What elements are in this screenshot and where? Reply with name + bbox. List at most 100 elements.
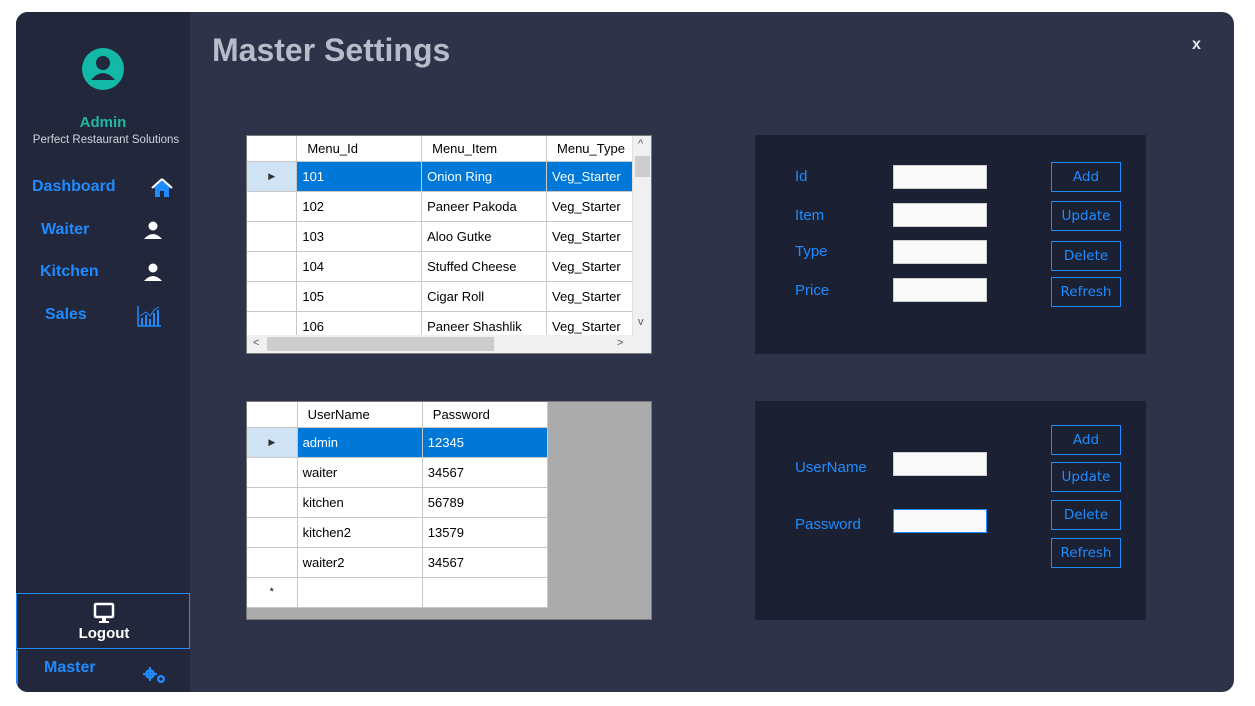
logout-button[interactable]: Logout	[16, 593, 190, 649]
row-header[interactable]	[247, 251, 298, 282]
table-cell[interactable]: Aloo Gutke	[421, 221, 548, 252]
user-grid[interactable]: UserName Password ▶ admin 12345 waiter 34567…	[246, 401, 652, 620]
table-cell[interactable]: 13579	[422, 517, 549, 548]
table-cell[interactable]: Veg_Starter	[546, 161, 634, 192]
price-label: Price	[795, 282, 830, 299]
username-input[interactable]	[893, 452, 987, 476]
table-cell[interactable]: 102	[296, 191, 423, 222]
table-row[interactable]: kitchen 56789	[247, 487, 549, 518]
table-row[interactable]: waiter 34567	[247, 457, 549, 488]
row-header[interactable]	[247, 191, 298, 222]
menu-delete-button[interactable]: Delete	[1051, 241, 1121, 271]
menu-add-button[interactable]: Add	[1051, 162, 1121, 192]
scroll-left-arrow[interactable]: <	[253, 337, 259, 349]
password-label: Password	[795, 516, 861, 533]
row-header[interactable]: ▶	[247, 161, 298, 192]
menu-update-button[interactable]: Update	[1051, 201, 1121, 231]
close-button[interactable]: x	[1192, 36, 1201, 54]
row-header[interactable]	[247, 281, 298, 312]
table-row[interactable]: 102 Paneer Pakoda Veg_Starter	[247, 191, 634, 222]
column-header-username[interactable]: UserName	[297, 402, 423, 428]
table-cell[interactable]: 105	[296, 281, 423, 312]
user-refresh-button[interactable]: Refresh	[1051, 538, 1121, 568]
scroll-down-arrow[interactable]: v	[638, 316, 644, 328]
row-header[interactable]	[247, 547, 298, 578]
menu-grid[interactable]: Menu_Id Menu_Item Menu_Type ▶ 101 Onion Ri…	[246, 135, 652, 354]
table-cell[interactable]: Veg_Starter	[546, 281, 634, 312]
table-cell[interactable]	[297, 577, 423, 608]
vertical-scroll-thumb[interactable]	[635, 156, 650, 177]
column-header-password[interactable]: Password	[422, 402, 549, 428]
id-input[interactable]	[893, 165, 987, 189]
user-table: UserName Password ▶ admin 12345 waiter 34567…	[247, 402, 549, 608]
column-header-menu-id[interactable]: Menu_Id	[296, 136, 423, 162]
item-input[interactable]	[893, 203, 987, 227]
table-cell[interactable]: waiter	[297, 457, 423, 488]
row-header[interactable]	[247, 487, 298, 518]
table-row[interactable]: ▶ admin 12345	[247, 427, 549, 458]
table-cell[interactable]: Veg_Starter	[546, 221, 634, 252]
table-cell[interactable]: kitchen2	[297, 517, 423, 548]
table-cell[interactable]: admin	[297, 427, 423, 458]
nav-master[interactable]: Master	[16, 650, 190, 692]
sidebar: Admin Perfect Restaurant Solutions Dashb…	[16, 12, 190, 692]
username-label: UserName	[795, 459, 867, 476]
nav-kitchen[interactable]: Kitchen	[16, 255, 190, 291]
table-cell[interactable]: waiter2	[297, 547, 423, 578]
table-row[interactable]: 105 Cigar Roll Veg_Starter	[247, 281, 634, 312]
table-cell[interactable]: Stuffed Cheese	[421, 251, 548, 282]
nav-dashboard[interactable]: Dashboard	[16, 170, 190, 206]
vertical-scrollbar[interactable]: ^ v	[632, 136, 651, 336]
table-cell[interactable]: Cigar Roll	[421, 281, 548, 312]
user-name: Admin	[79, 114, 127, 131]
password-input[interactable]	[893, 509, 987, 533]
nav-sales[interactable]: Sales	[16, 298, 190, 334]
table-cell[interactable]: Veg_Starter	[546, 191, 634, 222]
table-cell[interactable]: 101	[296, 161, 423, 192]
table-row[interactable]: 104 Stuffed Cheese Veg_Starter	[247, 251, 634, 282]
type-input[interactable]	[893, 240, 987, 264]
new-row[interactable]: *	[247, 577, 549, 608]
row-header[interactable]	[247, 457, 298, 488]
menu-table: Menu_Id Menu_Item Menu_Type ▶ 101 Onion Ri…	[247, 136, 634, 342]
table-row[interactable]: waiter2 34567	[247, 547, 549, 578]
user-delete-button[interactable]: Delete	[1051, 500, 1121, 530]
page-title: Master Settings	[212, 32, 451, 68]
table-cell[interactable]: 104	[296, 251, 423, 282]
table-cell[interactable]: 56789	[422, 487, 549, 518]
user-icon	[144, 263, 162, 281]
column-header-menu-type[interactable]: Menu_Type	[546, 136, 634, 162]
table-cell[interactable]: 12345	[422, 427, 549, 458]
type-label: Type	[795, 243, 828, 260]
user-update-button[interactable]: Update	[1051, 462, 1121, 492]
table-cell[interactable]: 34567	[422, 457, 549, 488]
table-row[interactable]: kitchen2 13579	[247, 517, 549, 548]
row-header-corner	[247, 136, 298, 162]
column-header-menu-item[interactable]: Menu_Item	[421, 136, 548, 162]
horizontal-scroll-thumb[interactable]	[267, 337, 494, 351]
table-cell[interactable]: Paneer Pakoda	[421, 191, 548, 222]
table-row[interactable]: ▶ 101 Onion Ring Veg_Starter	[247, 161, 634, 192]
table-cell[interactable]: Onion Ring	[421, 161, 548, 192]
menu-form-panel: Id Item Type Price Add Update Delete Ref…	[755, 135, 1146, 354]
table-row[interactable]: 103 Aloo Gutke Veg_Starter	[247, 221, 634, 252]
horizontal-scrollbar[interactable]: < >	[247, 335, 634, 353]
row-header[interactable]	[247, 517, 298, 548]
table-cell[interactable]: 34567	[422, 547, 549, 578]
gears-icon	[143, 667, 165, 683]
menu-refresh-button[interactable]: Refresh	[1051, 277, 1121, 307]
table-cell[interactable]	[422, 577, 549, 608]
scroll-up-arrow[interactable]: ^	[638, 138, 643, 150]
row-header[interactable]	[247, 221, 298, 252]
nav-master-label: Master	[44, 659, 96, 676]
nav-waiter[interactable]: Waiter	[16, 213, 190, 249]
row-header[interactable]: ▶	[247, 427, 298, 458]
price-input[interactable]	[893, 278, 987, 302]
nav-waiter-label: Waiter	[41, 221, 90, 238]
user-add-button[interactable]: Add	[1051, 425, 1121, 455]
scroll-right-arrow[interactable]: >	[617, 337, 623, 349]
nav-kitchen-label: Kitchen	[40, 263, 99, 280]
table-cell[interactable]: kitchen	[297, 487, 423, 518]
table-cell[interactable]: 103	[296, 221, 423, 252]
table-cell[interactable]: Veg_Starter	[546, 251, 634, 282]
